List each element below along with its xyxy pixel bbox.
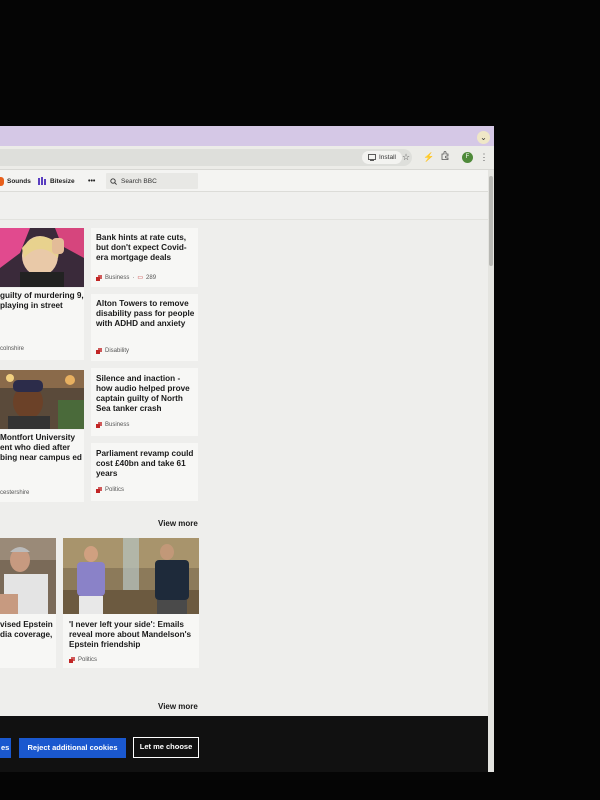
comments-icon: ▭ xyxy=(137,275,144,281)
story-photo-mandelson[interactable] xyxy=(63,538,199,614)
nav-sounds[interactable]: Sounds xyxy=(0,174,31,188)
story-headline: Bank hints at rate cuts, but don't expec… xyxy=(96,233,187,262)
story-tag-label: colnshire xyxy=(0,346,25,352)
story-headline: Alton Towers to remove disability pass f… xyxy=(96,299,195,328)
bbc-tag-icon xyxy=(96,274,102,281)
tab-search-icon[interactable]: ⌄ xyxy=(477,131,490,144)
story-tag[interactable]: cestershire xyxy=(0,490,29,496)
story-tag-label[interactable]: Politics xyxy=(78,657,97,663)
address-bar[interactable] xyxy=(0,149,412,166)
bbc-tag-icon xyxy=(96,348,102,354)
browser-titlebar: ⌄ xyxy=(0,126,494,146)
story-headline: 'I never left your side': Emails reveal … xyxy=(69,620,192,649)
nav-sounds-label: Sounds xyxy=(7,177,31,185)
cookie-consent-bar: es Reject additional cookies Let me choo… xyxy=(0,716,488,772)
bookmark-star-icon[interactable]: ☆ xyxy=(400,151,412,164)
story-meta: Disability xyxy=(96,348,129,354)
story-headline: Montfort University ent who died after b… xyxy=(0,433,82,462)
story-card-left-1[interactable]: guilty of murdering 9, playing in street… xyxy=(0,288,84,360)
reject-cookies-button[interactable]: Reject additional cookies xyxy=(19,738,126,758)
photo-frame: ⌄ Install ☆ ⚡ F ⋮ Sounds Bitesize ••• Se… xyxy=(0,0,600,800)
browser-window: ⌄ Install ☆ ⚡ F ⋮ Sounds Bitesize ••• Se… xyxy=(0,126,494,772)
story-meta: Politics xyxy=(96,487,124,493)
story-card-lower-2[interactable]: 'I never left your side': Emails reveal … xyxy=(63,614,199,668)
story-meta: Business xyxy=(96,422,129,428)
bitesize-icon xyxy=(38,177,46,185)
bbc-tag-icon xyxy=(69,657,75,663)
story-photo-man[interactable] xyxy=(0,370,84,429)
story-tag-label[interactable]: Disability xyxy=(105,348,129,354)
scrollbar-thumb[interactable] xyxy=(489,176,493,266)
story-card-3[interactable]: Silence and inaction - how audio helped … xyxy=(91,368,198,436)
bbc-navbar: Sounds Bitesize ••• Search BBC xyxy=(0,170,494,192)
story-card-left-2[interactable]: Montfort University ent who died after b… xyxy=(0,430,84,502)
view-more-link[interactable]: View more xyxy=(158,519,198,528)
story-headline: vised Epstein dia coverage, xyxy=(0,620,53,639)
story-card-4[interactable]: Parliament revamp could cost £40bn and t… xyxy=(91,443,198,501)
browser-menu-icon[interactable]: ⋮ xyxy=(478,151,490,164)
browser-toolbar: Install ☆ ⚡ F ⋮ xyxy=(0,146,494,170)
story-headline: Parliament revamp could cost £40bn and t… xyxy=(96,449,194,478)
install-icon xyxy=(368,154,376,161)
story-headline: Silence and inaction - how audio helped … xyxy=(96,374,190,413)
search-input[interactable]: Search BBC xyxy=(106,173,198,189)
bbc-tag-icon xyxy=(96,487,102,493)
story-meta: Politics xyxy=(69,657,97,663)
story-photo-epstein[interactable] xyxy=(0,538,56,614)
nav-bitesize-label: Bitesize xyxy=(50,177,75,185)
story-meta: Business · ▭ 289 xyxy=(96,274,156,281)
let-me-choose-button[interactable]: Let me choose xyxy=(133,737,199,758)
install-app-button[interactable]: Install xyxy=(362,151,402,164)
extensions-puzzle-icon[interactable] xyxy=(439,151,451,164)
profile-avatar[interactable]: F xyxy=(462,152,473,163)
story-card-1[interactable]: Bank hints at rate cuts, but don't expec… xyxy=(91,228,198,287)
story-card-2[interactable]: Alton Towers to remove disability pass f… xyxy=(91,294,198,361)
install-label: Install xyxy=(379,154,396,161)
view-more-link-2[interactable]: View more xyxy=(158,702,198,711)
search-placeholder: Search BBC xyxy=(121,177,157,185)
story-headline: guilty of murdering 9, playing in street xyxy=(0,291,84,310)
story-tag-label[interactable]: Business xyxy=(105,422,129,428)
news-content: guilty of murdering 9, playing in street… xyxy=(0,220,490,734)
search-icon xyxy=(110,177,117,185)
story-tag-label[interactable]: Business xyxy=(105,275,129,281)
accept-cookies-button[interactable]: es xyxy=(0,738,11,758)
nav-more-button[interactable]: ••• xyxy=(88,174,95,188)
story-card-lower-1[interactable]: vised Epstein dia coverage, xyxy=(0,614,56,668)
section-subnav xyxy=(0,192,494,220)
extension-lightning-icon[interactable]: ⚡ xyxy=(423,151,435,164)
sounds-icon xyxy=(0,176,4,186)
nav-bitesize[interactable]: Bitesize xyxy=(38,174,75,188)
bbc-tag-icon xyxy=(96,422,102,428)
meta-separator: · xyxy=(132,274,135,281)
comments-count[interactable]: 289 xyxy=(146,275,156,281)
story-tag-label[interactable]: Politics xyxy=(105,487,124,493)
story-tag[interactable]: colnshire xyxy=(0,346,24,352)
story-tag-label: cestershire xyxy=(0,490,30,496)
story-photo-girl[interactable] xyxy=(0,228,84,287)
